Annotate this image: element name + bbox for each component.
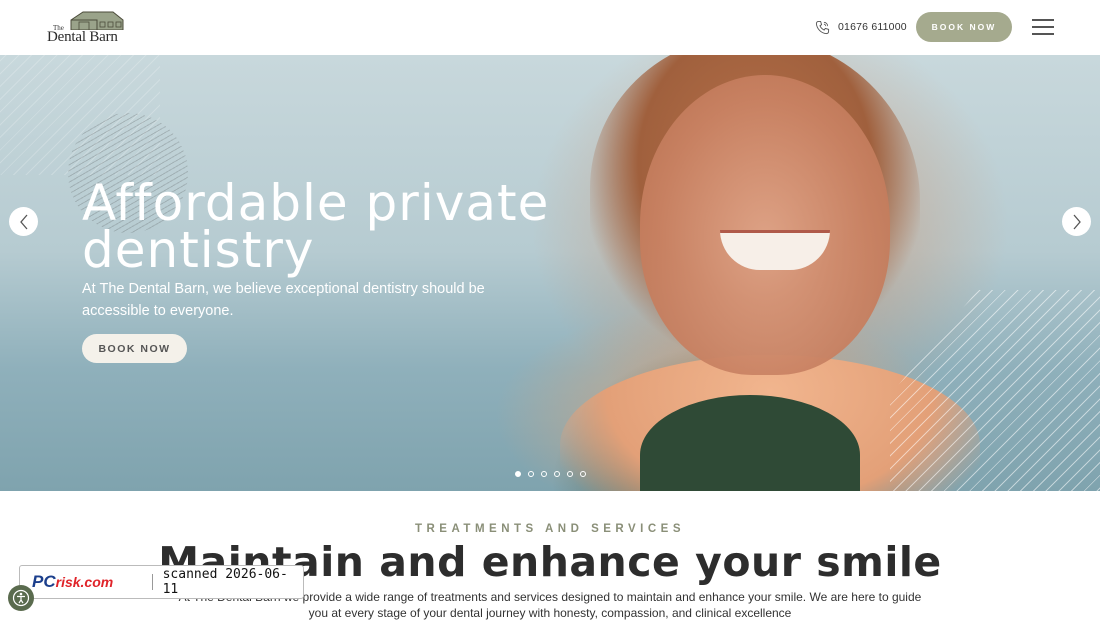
- pcrisk-scan-badge: PC risk.com scanned 2026-06-11: [19, 565, 304, 599]
- chevron-right-icon: [1073, 214, 1081, 229]
- hamburger-menu-icon[interactable]: [1032, 19, 1054, 35]
- chevron-left-icon: [19, 214, 27, 229]
- slider-dot[interactable]: [580, 471, 586, 477]
- badge-divider: [151, 574, 153, 590]
- phone-link[interactable]: 01676 611000: [815, 19, 907, 35]
- scan-date: scanned 2026-06-11: [162, 567, 288, 597]
- hero-book-now-button[interactable]: BOOK NOW: [82, 334, 187, 363]
- section-eyebrow: TREATMENTS AND SERVICES: [414, 523, 686, 535]
- site-header: The Dental Barn 01676 611000 BOOK NOW: [0, 0, 1100, 55]
- phone-number: 01676 611000: [838, 21, 907, 33]
- phone-icon: [815, 20, 830, 34]
- hero-slider: Affordable private dentistry At The Dent…: [0, 55, 1100, 491]
- pcrisk-logo: PC risk.com: [32, 571, 144, 593]
- slider-prev-button[interactable]: [9, 207, 38, 236]
- pcrisk-logo-pc: PC: [32, 572, 56, 591]
- accessibility-icon: [12, 589, 30, 607]
- slider-dot[interactable]: [528, 471, 534, 477]
- barn-logo-icon: [70, 11, 124, 30]
- slider-dot[interactable]: [541, 471, 547, 477]
- accessibility-button[interactable]: [8, 585, 34, 611]
- hero-title: Affordable private dentistry: [82, 174, 550, 279]
- slider-dot[interactable]: [567, 471, 573, 477]
- book-now-button[interactable]: BOOK NOW: [916, 12, 1012, 42]
- logo-name-text: Dental Barn: [47, 29, 118, 45]
- slider-dot[interactable]: [515, 471, 521, 477]
- slider-next-button[interactable]: [1062, 207, 1091, 236]
- decorative-stripes-right: [890, 290, 1100, 491]
- pcrisk-logo-risk: risk.com: [55, 574, 114, 590]
- hero-image-face: [640, 75, 890, 375]
- slider-dot[interactable]: [554, 471, 560, 477]
- site-logo[interactable]: The Dental Barn: [47, 10, 127, 45]
- hero-subtitle: At The Dental Barn, we believe exception…: [82, 281, 485, 319]
- slider-dots: [515, 471, 586, 477]
